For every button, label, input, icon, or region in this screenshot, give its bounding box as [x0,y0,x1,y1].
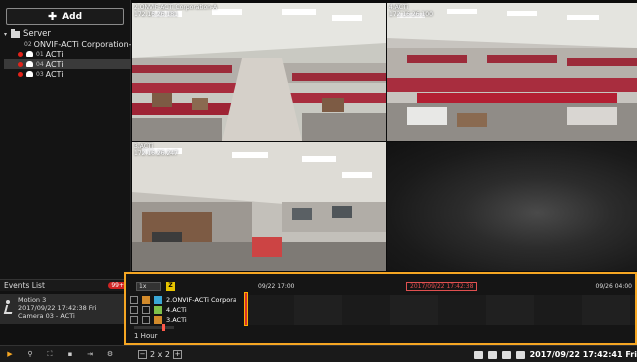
speed-select[interactable]: 1x [136,282,161,291]
device-tree: ▾ Server 02 ONVIF-ACTi Corporation-A 01 … [4,29,131,79]
tree-root-server[interactable]: ▾ Server [4,29,131,39]
event-item[interactable]: Motion 3 2017/09/22 17:42:38 Fri Camera … [0,294,131,324]
chip-icon [142,306,150,314]
checkbox-icon[interactable] [130,316,138,324]
search-icon[interactable]: ⚲ [20,350,40,358]
recording-icon [18,51,23,57]
events-list: Events List 99+ Motion 3 2017/09/22 17:4… [0,279,131,345]
add-label: Add [62,11,83,22]
timeline-row-label: 4.ACTi [166,306,187,314]
record-chip-icon [154,316,162,324]
monitor-icon[interactable] [501,350,511,359]
plus-icon: ✚ [47,10,58,23]
camera-number: 04 [36,60,44,68]
camera-label: ONVIF-ACTi Corporation-A [33,39,131,49]
storage-icon[interactable] [473,350,483,359]
camera-view-3[interactable]: 3.ACTi 172.16.26.247 [132,142,386,271]
camera-view-2[interactable]: 4.ACTi 172.16.26.100 [387,3,637,141]
timeline-start-time: 09/22 17:00 [258,283,295,290]
playhead-marker[interactable] [244,292,248,326]
camera-title: 4.ACTi [389,4,409,11]
fullscreen-icon[interactable]: ⛶ [40,350,60,359]
tree-root-label: Server [23,29,51,39]
event-time: 2017/09/22 17:42:38 Fri [18,304,97,312]
timeline-header: 1x Z 09/22 17:00 2017/09/22 17:42:38 09/… [126,282,635,292]
camera-icon [26,61,33,67]
layout-minus-button[interactable]: − [138,349,147,359]
camera-number: 01 [36,50,44,58]
current-time-field[interactable]: 2017/09/22 17:42:38 [406,282,478,291]
camera-view-1[interactable]: 2.ONVIF-ACTi Corporation-A 172.16.26.181 [132,3,386,141]
bottom-toolbar: ▶ ⚲ ⛶ ▪ ⇥ ⚙ − 2 x 2 + 2017/09/22 17:42:4… [0,345,637,362]
office-scene-image [387,3,637,141]
checkbox-icon[interactable] [130,296,138,304]
recording-icon [18,61,23,67]
camera-label: ACTi [45,59,64,69]
recording-icon [18,71,23,77]
event-type: Motion 3 [18,296,47,304]
motion-chip-icon [154,296,162,304]
event-camera: Camera 03 - ACTi [18,312,75,320]
clock: 2017/09/22 17:42:41 Fri [529,350,637,359]
timeline-row[interactable]: 4.ACTi [126,305,635,315]
timeline-rows: 2.ONVIF-ACTi Corporation 4.ACTi 3.ACTi [126,295,635,325]
folder-icon [11,29,20,38]
camera-label: ACTi [45,49,64,59]
timeline-scale-label: 1 Hour [134,332,158,340]
camera-icon[interactable]: ▪ [60,350,80,358]
office-scene-image [132,142,386,271]
camera-icon [26,71,33,77]
camera-overlay-label: 3.ACTi 172.16.26.247 [134,143,178,157]
collapse-icon[interactable]: ▾ [4,31,9,38]
camera-number: 03 [36,70,44,78]
chip-icon [142,316,150,324]
timeline-end-time: 09/26 04:00 [595,283,633,290]
timeline-row-label: 2.ONVIF-ACTi Corporation [166,296,236,304]
record-chip-icon [142,296,150,304]
camera-title: 2.ONVIF-ACTi Corporation-A [134,4,218,11]
layout-control: − 2 x 2 + [138,349,182,359]
camera-label: ACTi [45,69,64,79]
camera-title: 3.ACTi [134,143,154,150]
motion-icon [3,300,15,314]
camera-view-4-empty[interactable] [387,142,637,271]
left-panel: ✚ Add ▾ Server 02 ONVIF-ACTi Corporation… [0,0,131,345]
play-icon[interactable]: ▶ [0,350,20,358]
camera-number: 02 [24,40,32,48]
tree-item-camera-01[interactable]: 01 ACTi [4,49,131,59]
events-title: Events List [4,281,45,290]
camera-grid: 2.ONVIF-ACTi Corporation-A 172.16.26.181 [132,3,637,271]
status-area: 2017/09/22 17:42:41 Fri [473,346,637,362]
add-button[interactable]: ✚ Add [6,8,124,25]
timeline-row[interactable]: 3.ACTi [126,315,635,325]
camera-overlay-label: 4.ACTi 172.16.26.100 [389,4,433,18]
tree-item-camera-02[interactable]: 02 ONVIF-ACTi Corporation-A [4,39,131,49]
zoom-slider[interactable] [134,324,174,331]
playback-timeline: 1x Z 09/22 17:00 2017/09/22 17:42:38 09/… [124,272,637,345]
settings-icon[interactable]: ⚙ [100,350,120,358]
zoom-slider-knob[interactable] [162,324,165,331]
layout-plus-button[interactable]: + [173,349,182,359]
network-icon[interactable] [487,350,497,359]
timeline-row-label: 3.ACTi [166,316,187,324]
display-icon[interactable] [515,350,525,359]
camera-icon [26,51,33,57]
camera-ip: 172.16.26.181 [134,11,178,18]
tree-item-camera-04[interactable]: 04 ACTi [4,59,131,69]
event-chip-icon [154,306,162,314]
office-scene-image [132,3,386,141]
zoom-button[interactable]: Z [166,282,175,291]
camera-overlay-label: 2.ONVIF-ACTi Corporation-A 172.16.26.181 [134,4,217,18]
camera-ip: 172.16.26.100 [389,11,433,18]
tree-item-camera-03[interactable]: 03 ACTi [4,69,131,79]
events-header: Events List 99+ [0,280,131,291]
camera-ip: 172.16.26.247 [134,150,178,157]
timeline-row[interactable]: 2.ONVIF-ACTi Corporation [126,295,635,305]
nvr-client: ✚ Add ▾ Server 02 ONVIF-ACTi Corporation… [0,0,637,362]
export-icon[interactable]: ⇥ [80,350,100,358]
checkbox-icon[interactable] [130,306,138,314]
layout-label: 2 x 2 [150,349,170,359]
